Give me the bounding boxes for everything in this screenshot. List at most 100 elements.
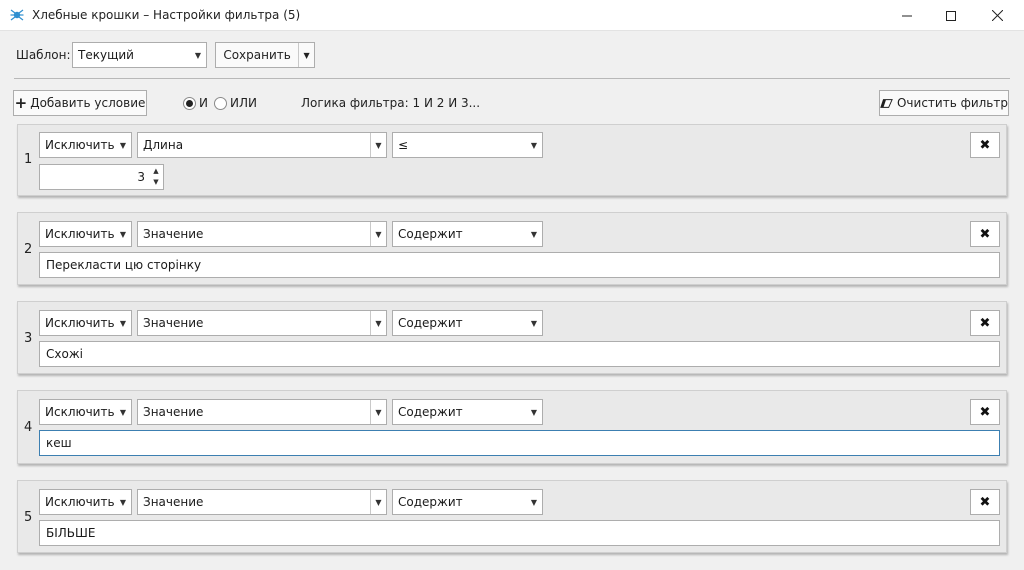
condition-field-value: Значение — [143, 227, 204, 241]
condition-operator-value: Содержит — [398, 405, 463, 419]
and-radio[interactable] — [183, 97, 196, 110]
condition-action-value: Исключить — [45, 138, 115, 152]
spin-up-icon[interactable]: ▲ — [153, 166, 158, 177]
template-label: Шаблон: — [16, 48, 71, 62]
plus-icon: + — [14, 94, 28, 112]
condition-operator-value: Содержит — [398, 227, 463, 241]
delete-condition-button[interactable]: ✖ — [970, 310, 1000, 336]
delete-condition-button[interactable]: ✖ — [970, 132, 1000, 158]
dropdown-arrow-icon: ▼ — [370, 222, 386, 246]
condition-panel-2: 2 Исключить ▼ Значение ▼ Содержит ▼ ✖ Пе… — [17, 212, 1007, 285]
or-radio-label: ИЛИ — [230, 96, 257, 110]
condition-number: 3 — [24, 331, 33, 346]
condition-action-value: Исключить — [45, 316, 115, 330]
minimize-button[interactable] — [884, 0, 930, 31]
condition-action-select[interactable]: Исключить ▼ — [39, 310, 132, 336]
dropdown-arrow-icon: ▼ — [530, 140, 538, 150]
dropdown-arrow-icon: ▼ — [530, 407, 538, 417]
and-radio-label: И — [199, 96, 208, 110]
condition-action-value: Исключить — [45, 495, 115, 509]
condition-value-input[interactable]: кеш — [39, 430, 1000, 456]
or-radio[interactable] — [214, 97, 227, 110]
save-split-button[interactable]: Сохранить ▼ — [215, 42, 315, 68]
delete-x-icon: ✖ — [979, 137, 991, 153]
condition-field-value: Значение — [143, 316, 204, 330]
condition-action-select[interactable]: Исключить ▼ — [39, 221, 132, 247]
condition-number: 1 — [24, 152, 33, 167]
filter-logic-text: Логика фильтра: 1 И 2 И 3... — [301, 96, 481, 110]
window-title: Хлебные крошки – Настройки фильтра (5) — [32, 8, 301, 22]
condition-field-select[interactable]: Значение ▼ — [137, 221, 387, 247]
condition-panel-4: 4 Исключить ▼ Значение ▼ Содержит ▼ ✖ ке… — [17, 390, 1007, 464]
save-dropdown-arrow-icon[interactable]: ▼ — [298, 43, 314, 67]
condition-action-select[interactable]: Исключить ▼ — [39, 399, 132, 425]
condition-operator-select[interactable]: Содержит ▼ — [392, 489, 543, 515]
condition-operator-select[interactable]: Содержит ▼ — [392, 399, 543, 425]
dropdown-arrow-icon: ▼ — [119, 497, 127, 507]
delete-condition-button[interactable]: ✖ — [970, 399, 1000, 425]
condition-value-input[interactable]: Перекласти цю сторінку — [39, 252, 1000, 278]
condition-value: 3 — [137, 170, 145, 184]
clear-filter-button[interactable]: Очистить фильтр — [879, 90, 1009, 116]
clear-filter-label: Очистить фильтр — [896, 96, 1008, 110]
condition-field-select[interactable]: Значение ▼ — [137, 399, 387, 425]
dropdown-arrow-icon: ▼ — [370, 490, 386, 514]
condition-operator-value: Содержит — [398, 316, 463, 330]
delete-x-icon: ✖ — [979, 315, 991, 331]
condition-panel-5: 5 Исключить ▼ Значение ▼ Содержит ▼ ✖ БІ… — [17, 480, 1007, 553]
template-select-value: Текущий — [78, 48, 134, 62]
condition-panel-1: 1 Исключить ▼ Длина ▼ ≤ ▼ ✖ 3 ▲ ▼ — [17, 124, 1007, 196]
condition-action-select[interactable]: Исключить ▼ — [39, 489, 132, 515]
dropdown-arrow-icon: ▼ — [194, 50, 202, 60]
maximize-button[interactable] — [928, 0, 974, 31]
dropdown-arrow-icon: ▼ — [370, 400, 386, 424]
spider-app-icon — [10, 9, 24, 21]
eraser-icon — [880, 98, 893, 108]
condition-operator-value: Содержит — [398, 495, 463, 509]
title-bar: Хлебные крошки – Настройки фильтра (5) — [0, 0, 1024, 31]
delete-x-icon: ✖ — [979, 226, 991, 242]
condition-action-select[interactable]: Исключить ▼ — [39, 132, 132, 158]
condition-action-value: Исключить — [45, 405, 115, 419]
condition-panel-3: 3 Исключить ▼ Значение ▼ Содержит ▼ ✖ Сх… — [17, 301, 1007, 374]
condition-field-value: Значение — [143, 405, 204, 419]
delete-condition-button[interactable]: ✖ — [970, 489, 1000, 515]
condition-field-select[interactable]: Длина ▼ — [137, 132, 387, 158]
add-condition-button[interactable]: + Добавить условие — [13, 90, 147, 116]
condition-value-spinner[interactable]: 3 ▲ ▼ — [39, 164, 164, 190]
condition-value: Перекласти цю сторінку — [46, 258, 202, 272]
dropdown-arrow-icon: ▼ — [530, 229, 538, 239]
condition-operator-select[interactable]: Содержит ▼ — [392, 310, 543, 336]
dropdown-arrow-icon: ▼ — [530, 497, 538, 507]
dropdown-arrow-icon: ▼ — [119, 407, 127, 417]
save-button-label: Сохранить — [223, 48, 291, 62]
condition-value: Схожі — [46, 347, 83, 361]
condition-operator-value: ≤ — [398, 138, 409, 152]
condition-field-select[interactable]: Значение ▼ — [137, 310, 387, 336]
condition-value: кеш — [46, 436, 72, 450]
dropdown-arrow-icon: ▼ — [370, 311, 386, 335]
condition-value-input[interactable]: Схожі — [39, 341, 1000, 367]
condition-operator-select[interactable]: Содержит ▼ — [392, 221, 543, 247]
dropdown-arrow-icon: ▼ — [370, 133, 386, 157]
condition-number: 5 — [24, 510, 33, 525]
toolbar-divider — [14, 78, 1010, 79]
close-icon — [991, 10, 1003, 21]
condition-operator-select[interactable]: ≤ ▼ — [392, 132, 543, 158]
dropdown-arrow-icon: ▼ — [119, 318, 127, 328]
condition-value-input[interactable]: БІЛЬШЕ — [39, 520, 1000, 546]
minimize-icon — [902, 15, 912, 16]
template-select[interactable]: Текущий ▼ — [72, 42, 207, 68]
spin-down-icon[interactable]: ▼ — [153, 177, 158, 188]
delete-x-icon: ✖ — [979, 494, 991, 510]
delete-condition-button[interactable]: ✖ — [970, 221, 1000, 247]
condition-field-value: Значение — [143, 495, 204, 509]
dropdown-arrow-icon: ▼ — [119, 140, 127, 150]
close-button[interactable] — [974, 0, 1020, 31]
dropdown-arrow-icon: ▼ — [530, 318, 538, 328]
condition-action-value: Исключить — [45, 227, 115, 241]
condition-number: 4 — [24, 420, 33, 435]
condition-field-select[interactable]: Значение ▼ — [137, 489, 387, 515]
dropdown-arrow-icon: ▼ — [119, 229, 127, 239]
delete-x-icon: ✖ — [979, 404, 991, 420]
